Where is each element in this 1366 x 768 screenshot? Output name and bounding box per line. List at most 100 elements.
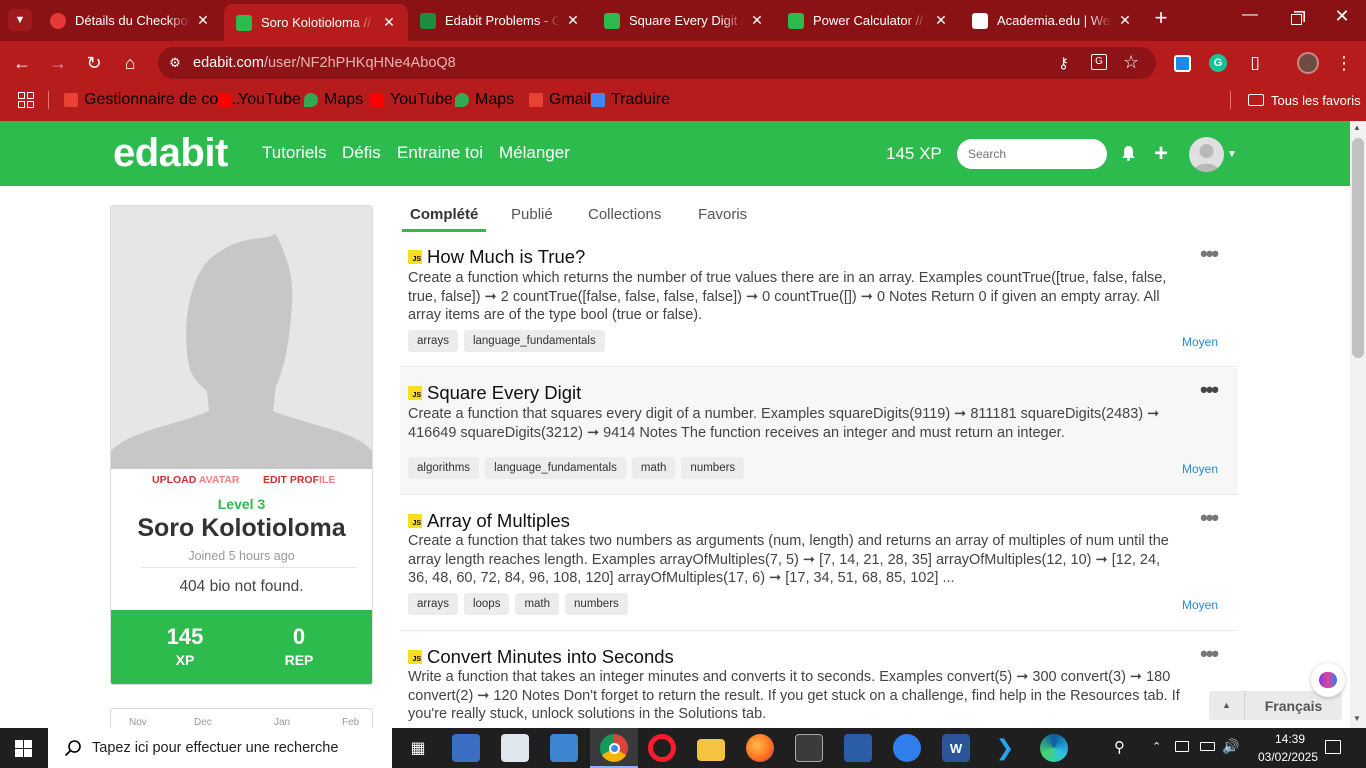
extension-icon-1[interactable] (1174, 55, 1191, 72)
taskbar-time[interactable]: 14:39 (1262, 732, 1318, 746)
tab-close-icon[interactable]: ✕ (196, 12, 210, 29)
tag[interactable]: algorithms (408, 457, 480, 479)
edit-profile-link[interactable]: EDIT PROFILE (263, 474, 335, 486)
more-options-icon[interactable]: ••• (1200, 641, 1219, 667)
extensions-puzzle-icon[interactable]: ▯ (1243, 51, 1267, 75)
taskbar-date[interactable]: 03/02/2025 (1248, 750, 1328, 764)
task-view-icon[interactable]: ▦ (404, 734, 432, 762)
password-key-icon[interactable]: ⚷ (1058, 54, 1069, 72)
tab-close-icon[interactable]: ✕ (382, 14, 396, 31)
tag[interactable]: arrays (408, 593, 458, 615)
volume-icon[interactable]: 🔊 (1222, 738, 1239, 755)
create-plus-icon[interactable]: + (1154, 140, 1168, 168)
nav-link-tutoriels[interactable]: Tutoriels (262, 143, 327, 163)
scroll-down-arrow[interactable]: ▼ (1353, 714, 1361, 723)
nav-link-defis[interactable]: Défis (342, 143, 381, 163)
more-options-icon[interactable]: ••• (1200, 505, 1219, 531)
bookmark-item[interactable]: Gmail (529, 91, 591, 109)
restore-button[interactable] (1285, 8, 1307, 30)
all-bookmarks-folder[interactable]: Tous les favoris (1248, 91, 1361, 109)
show-hidden-icons[interactable]: ⌃ (1152, 740, 1161, 753)
edabit-logo[interactable]: edabit (113, 131, 228, 176)
battery-icon[interactable] (1200, 742, 1215, 751)
browser-tab[interactable]: Edabit Problems - Google Sheets ✕ (408, 0, 592, 41)
tab-complete[interactable]: Complété (410, 206, 478, 223)
user-avatar[interactable] (1189, 137, 1224, 172)
challenge-title[interactable]: Array of Multiples (427, 510, 570, 532)
translate-page-icon[interactable]: G (1091, 54, 1107, 70)
tag[interactable]: language_fundamentals (463, 330, 605, 352)
assistant-brain-icon[interactable] (1311, 663, 1345, 697)
tab-close-icon[interactable]: ✕ (934, 12, 948, 29)
tab-close-icon[interactable]: ✕ (566, 12, 580, 29)
file-explorer-icon[interactable] (697, 739, 725, 761)
tag[interactable]: arrays (408, 330, 458, 352)
challenge-card[interactable]: JS Array of Multiples Create a function t… (400, 496, 1238, 631)
bookmark-item[interactable]: Gestionnaire de con... (64, 91, 241, 109)
app-icon[interactable] (844, 734, 872, 762)
more-options-icon[interactable]: ••• (1200, 377, 1219, 403)
challenge-card[interactable]: JS Convert Minutes into Seconds Write a f… (400, 632, 1238, 728)
challenge-title[interactable]: Square Every Digit (427, 382, 581, 404)
challenge-title[interactable]: Convert Minutes into Seconds (427, 646, 674, 668)
tab-search-button[interactable]: ▼ (8, 9, 32, 31)
address-bar[interactable]: ⚙ edabit.com/user/NF2hPHKqHNe4AboQ8 ⚷ G … (158, 47, 1156, 79)
tag[interactable]: math (631, 457, 676, 479)
tag[interactable]: loops (463, 593, 510, 615)
home-button[interactable]: ⌂ (118, 51, 142, 75)
minimize-button[interactable]: — (1238, 6, 1262, 30)
browser-menu-icon[interactable]: ⋮ (1332, 51, 1356, 75)
challenge-card[interactable]: JS How Much is True? Create a function wh… (400, 240, 1238, 367)
bookmark-item[interactable]: Traduire (591, 91, 670, 109)
opera-icon[interactable] (648, 734, 676, 762)
taskbar-search-box[interactable]: Tapez ici pour effectuer une recherche (48, 728, 392, 768)
control-panel-icon[interactable] (550, 734, 578, 762)
apps-grid-icon[interactable] (18, 92, 34, 108)
windows-start-icon[interactable] (15, 740, 32, 757)
browser-tab[interactable]: Soro Kolotioloma // Edabit ✕ (224, 4, 408, 41)
bookmark-star-icon[interactable]: ☆ (1123, 52, 1139, 73)
bookmark-item[interactable]: YouTube (218, 91, 301, 109)
new-tab-button[interactable]: + (1150, 7, 1172, 30)
store-icon[interactable] (795, 734, 823, 762)
bookmark-item[interactable]: Maps (455, 91, 514, 109)
tag[interactable]: language_fundamentals (485, 457, 626, 479)
app-icon-2[interactable] (893, 734, 921, 762)
people-icon[interactable]: ⚲ (1114, 738, 1125, 756)
edge-icon[interactable] (1040, 734, 1068, 762)
challenge-card[interactable]: JS Square Every Digit Create a function t… (400, 368, 1238, 495)
browser-tab[interactable]: Square Every Digit // Edabit ✕ (592, 0, 776, 41)
calculator-icon[interactable] (501, 734, 529, 762)
back-button[interactable]: ← (10, 51, 34, 75)
upload-avatar-link[interactable]: UPLOAD AVATAR (152, 474, 240, 486)
notifications-bell-icon[interactable] (1121, 145, 1136, 161)
vscode-icon[interactable]: ❯ (991, 734, 1019, 762)
reload-button[interactable]: ↻ (82, 51, 106, 75)
scroll-up-arrow[interactable]: ▲ (1353, 123, 1361, 132)
more-options-icon[interactable]: ••• (1200, 241, 1219, 267)
page-scrollbar-thumb[interactable] (1352, 138, 1364, 358)
tab-publie[interactable]: Publié (511, 206, 553, 223)
tab-close-icon[interactable]: ✕ (750, 12, 764, 29)
tab-collections[interactable]: Collections (588, 206, 661, 223)
forward-button[interactable]: → (46, 51, 70, 75)
tab-favoris[interactable]: Favoris (698, 206, 747, 223)
browser-tab[interactable]: Détails du Checkpoint ✕ (38, 0, 222, 41)
browser-tab[interactable]: Power Calculator // Edabit ✕ (776, 0, 960, 41)
challenge-title[interactable]: How Much is True? (427, 246, 585, 268)
user-menu-chevron-icon[interactable]: ▼ (1227, 149, 1237, 160)
firefox-icon[interactable] (746, 734, 774, 762)
tag[interactable]: numbers (565, 593, 628, 615)
close-window-button[interactable]: ✕ (1330, 6, 1354, 30)
notification-center-icon[interactable] (1325, 740, 1341, 754)
browser-tab[interactable]: Academia.edu | Welcome ✕ (960, 0, 1144, 41)
tag[interactable]: math (515, 593, 560, 615)
bookmark-item[interactable]: YouTube (370, 91, 453, 109)
tab-close-icon[interactable]: ✕ (1118, 12, 1132, 29)
network-icon[interactable] (1175, 741, 1189, 752)
search-input[interactable] (957, 139, 1107, 169)
grammarly-icon[interactable]: G (1209, 54, 1227, 72)
word-icon[interactable]: W (942, 734, 970, 762)
computer-app-icon[interactable] (452, 734, 480, 762)
nav-link-entraine-toi[interactable]: Entraine toi (397, 143, 483, 163)
